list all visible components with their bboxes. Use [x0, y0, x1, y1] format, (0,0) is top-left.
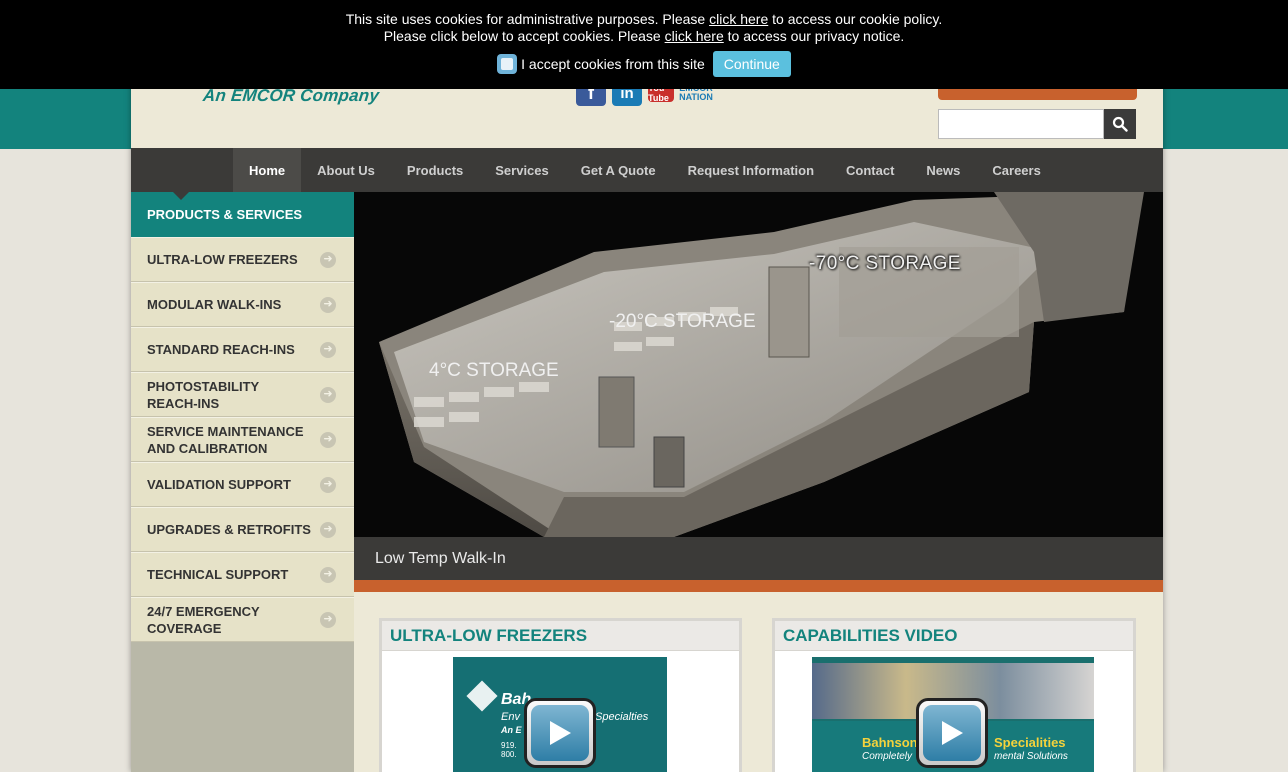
- page-container: An EMCOR Company f in You Tube EMCOR NAT…: [131, 0, 1163, 772]
- company-tagline: An EMCOR Company: [202, 86, 381, 105]
- privacy-notice-link[interactable]: click here: [665, 28, 724, 44]
- arrow-right-icon: ➜: [320, 476, 336, 493]
- play-button[interactable]: [916, 698, 988, 768]
- sidebar-item-service-maintenance[interactable]: SERVICE MAINTENANCE AND CALIBRATION ➜: [131, 417, 354, 462]
- video-sub-right: mental Solutions: [994, 751, 1068, 762]
- nav-request-information[interactable]: Request Information: [672, 148, 830, 192]
- cookie-text: Please click below to accept cookies. Pl…: [383, 28, 665, 44]
- arrow-right-icon: ➜: [320, 251, 336, 268]
- hero-label-minus70: -70°C STORAGE: [809, 253, 961, 274]
- cookie-accept-row: I accept cookies from this site Continue: [0, 51, 1288, 77]
- sidebar-heading-label: PRODUCTS & SERVICES: [147, 207, 303, 222]
- sidebar-item-label: TECHNICAL SUPPORT: [147, 567, 289, 582]
- thumb-line2: Env: [501, 711, 520, 723]
- capabilities-video-thumbnail[interactable]: Bahnson Specialities Completely mental S…: [812, 657, 1094, 772]
- video-text-right: Specialities: [994, 735, 1066, 750]
- sidebar-item-ultra-low-freezers[interactable]: ULTRA-LOW FREEZERS ➜: [131, 237, 354, 282]
- sidebar-heading: PRODUCTS & SERVICES: [131, 192, 354, 237]
- panel-capabilities-video: CAPABILITIES VIDEO Bahnson Specialities …: [772, 618, 1136, 772]
- sidebar-item-technical-support[interactable]: TECHNICAL SUPPORT ➜: [131, 552, 354, 597]
- panel-title: ULTRA-LOW FREEZERS: [382, 621, 739, 651]
- sidebar-item-label: UPGRADES & RETROFITS: [147, 522, 311, 537]
- sidebar-item-label: MODULAR WALK-INS: [147, 297, 282, 312]
- sidebar-item-label: PHOTOSTABILITY REACH-INS: [147, 378, 259, 411]
- sidebar: PRODUCTS & SERVICES ULTRA-LOW FREEZERS ➜ …: [131, 192, 354, 772]
- sidebar-item-label: SERVICE MAINTENANCE AND CALIBRATION: [147, 423, 304, 456]
- arrow-right-icon: ➜: [320, 521, 336, 538]
- video-text-left: Bahnson: [862, 735, 918, 750]
- play-button[interactable]: [524, 698, 596, 768]
- cookie-policy-link[interactable]: click here: [709, 11, 768, 27]
- arrow-right-icon: ➜: [320, 386, 336, 403]
- freezer-brochure-thumbnail[interactable]: Bah Env Specialties An E 919. 800.: [453, 657, 667, 772]
- cookie-text: This site uses cookies for administrativ…: [345, 11, 710, 27]
- nav-get-a-quote[interactable]: Get A Quote: [565, 148, 672, 192]
- sidebar-item-validation-support[interactable]: VALIDATION SUPPORT ➜: [131, 462, 354, 507]
- sidebar-item-standard-reach-ins[interactable]: STANDARD REACH-INS ➜: [131, 327, 354, 372]
- nav-careers[interactable]: Careers: [976, 148, 1056, 192]
- sidebar-item-upgrades-retrofits[interactable]: UPGRADES & RETROFITS ➜: [131, 507, 354, 552]
- cookie-text: to access our cookie policy.: [768, 11, 943, 27]
- arrow-right-icon: ➜: [320, 296, 336, 313]
- checkbox-icon: [501, 58, 514, 70]
- hero-image[interactable]: -70°C STORAGE -20°C STORAGE 4°C STORAGE: [354, 192, 1163, 537]
- play-icon: [550, 721, 571, 745]
- continue-button[interactable]: Continue: [712, 51, 791, 77]
- arrow-right-icon: ➜: [320, 611, 336, 628]
- sidebar-item-emergency-coverage[interactable]: 24/7 EMERGENCY COVERAGE ➜: [131, 597, 354, 642]
- emcor-nation-text-2: NATION: [679, 92, 713, 102]
- walk-in-cutaway-illustration: -70°C STORAGE -20°C STORAGE 4°C STORAGE: [379, 192, 1144, 537]
- search-button[interactable]: [1104, 109, 1136, 139]
- sidebar-item-label: ULTRA-LOW FREEZERS: [147, 252, 298, 267]
- nav-news[interactable]: News: [910, 148, 976, 192]
- thumb-phone2: 800.: [501, 750, 517, 759]
- play-icon: [942, 721, 963, 745]
- cookie-line-2: Please click below to accept cookies. Pl…: [0, 28, 1288, 44]
- search-input[interactable]: [938, 109, 1104, 139]
- thumb-phone1: 919.: [501, 741, 517, 750]
- arrow-right-icon: ➜: [320, 431, 336, 448]
- brand-logo-icon: [466, 680, 498, 712]
- panel-title: CAPABILITIES VIDEO: [775, 621, 1133, 651]
- nav-services[interactable]: Services: [479, 148, 565, 192]
- cookie-line-1: This site uses cookies for administrativ…: [0, 11, 1288, 27]
- hero-caption: Low Temp Walk-In: [354, 537, 1163, 580]
- hero-label-minus20: -20°C STORAGE: [609, 311, 756, 332]
- sidebar-item-label: 24/7 EMERGENCY COVERAGE: [147, 603, 260, 636]
- cookie-text: to access our privacy notice.: [723, 28, 905, 44]
- nav-home[interactable]: Home: [233, 148, 302, 192]
- accept-cookies-checkbox[interactable]: [497, 54, 518, 74]
- arrow-right-icon: ➜: [320, 566, 336, 583]
- nav-contact[interactable]: Contact: [830, 148, 910, 192]
- sidebar-item-label: STANDARD REACH-INS: [147, 342, 295, 357]
- cookie-banner: This site uses cookies for administrativ…: [0, 0, 1288, 89]
- sidebar-item-photostability-reach-ins[interactable]: PHOTOSTABILITY REACH-INS ➜: [131, 372, 354, 417]
- video-sub-left: Completely: [862, 751, 913, 762]
- content-area: ULTRA-LOW FREEZERS Bah Env Specialties A…: [354, 592, 1163, 772]
- thumb-line3: An E: [501, 725, 522, 735]
- hero-label-4c: 4°C STORAGE: [429, 360, 559, 381]
- nav-notch: [173, 192, 189, 200]
- panel-ultra-low-freezers: ULTRA-LOW FREEZERS Bah Env Specialties A…: [379, 618, 742, 772]
- nav-about-us[interactable]: About Us: [301, 148, 391, 192]
- play-button-face: [531, 705, 589, 761]
- orange-divider: [354, 580, 1163, 592]
- nav-products[interactable]: Products: [391, 148, 479, 192]
- sidebar-item-modular-walk-ins[interactable]: MODULAR WALK-INS ➜: [131, 282, 354, 327]
- accept-cookies-label: I accept cookies from this site: [521, 56, 705, 72]
- play-button-face: [923, 705, 981, 761]
- arrow-right-icon: ➜: [320, 341, 336, 358]
- main-nav: Home About Us Products Services Get A Qu…: [131, 148, 1163, 192]
- thumb-line2b: Specialties: [595, 711, 649, 723]
- search-icon: [1112, 116, 1128, 132]
- sidebar-item-label: VALIDATION SUPPORT: [147, 477, 291, 492]
